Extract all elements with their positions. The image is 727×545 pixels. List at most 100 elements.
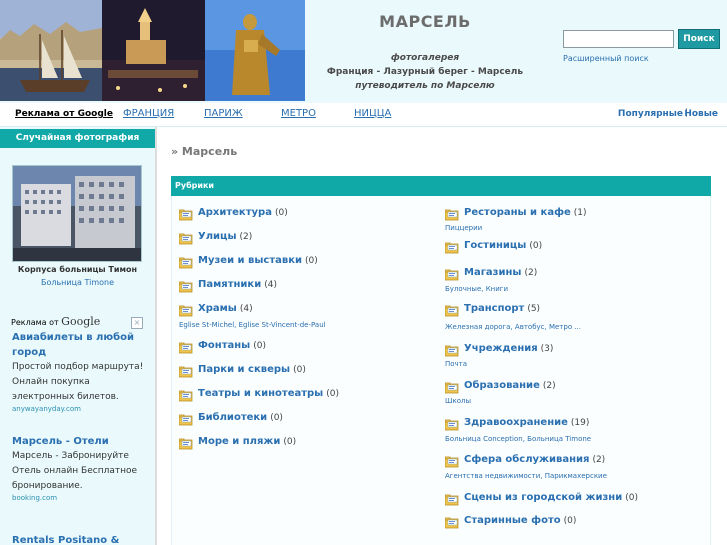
category-name[interactable]: Старинные фото — [464, 515, 561, 526]
category-name[interactable]: Фонтаны — [198, 340, 250, 351]
category-subcategories[interactable]: Пиццерии — [445, 224, 482, 232]
folder-icon — [444, 302, 459, 317]
category-item[interactable]: Магазины (2) — [444, 266, 695, 282]
category-link[interactable]: Рестораны и кафе (1) — [464, 207, 587, 218]
folder-icon — [178, 230, 193, 245]
category-link[interactable]: Сфера обслуживания (2) — [464, 454, 605, 465]
category-item[interactable]: Здравоохранение (19) — [444, 416, 695, 432]
ad-item[interactable]: Rentals Positano & — [12, 533, 147, 545]
category-name[interactable]: Сфера обслуживания — [464, 454, 589, 465]
nav-google-ads[interactable]: Реклама от Google — [15, 109, 113, 119]
category-link[interactable]: Море и пляжи (0) — [198, 436, 296, 447]
category-item[interactable]: Парки и скверы (0) — [178, 363, 429, 379]
category-count: (2) — [239, 232, 253, 242]
search-button[interactable]: Поиск — [678, 29, 720, 49]
category-item[interactable]: Старинные фото (0) — [444, 514, 695, 530]
category-name[interactable]: Магазины — [464, 267, 521, 278]
category-name[interactable]: Транспорт — [464, 303, 524, 314]
nav-new[interactable]: Новые — [684, 109, 718, 119]
category-count: (5) — [527, 304, 541, 314]
ads-by-google-label[interactable]: Реклама от Google — [11, 315, 100, 328]
category-link[interactable]: Библиотеки (0) — [198, 412, 283, 423]
close-icon[interactable]: × — [131, 317, 143, 329]
category-link[interactable]: Музеи и выставки (0) — [198, 255, 318, 266]
category-link[interactable]: Учреждения (3) — [464, 343, 553, 354]
category-subcategories[interactable]: Железная дорога, Автобус, Метро ... — [445, 323, 581, 331]
category-link[interactable]: Улицы (2) — [198, 231, 252, 242]
nav-item-metro[interactable]: МЕТРО — [281, 108, 316, 119]
category-link[interactable]: Гостиницы (0) — [464, 240, 542, 251]
ad-title[interactable]: Авиабилеты в любой город — [12, 330, 147, 360]
category-link[interactable]: Здравоохранение (19) — [464, 417, 589, 428]
category-name[interactable]: Учреждения — [464, 343, 538, 354]
nav-popular[interactable]: Популярные — [618, 109, 683, 119]
ad-title[interactable]: Rentals Positano & — [12, 533, 147, 545]
search-input[interactable] — [563, 30, 674, 48]
category-item[interactable]: Памятники (4) — [178, 278, 429, 294]
category-name[interactable]: Сцены из городской жизни — [464, 492, 622, 503]
random-photo-sublink[interactable]: Больница Timone — [0, 278, 155, 287]
category-item[interactable]: Архитектура (0) — [178, 206, 429, 222]
category-name[interactable]: Театры и кинотеатры — [198, 388, 323, 399]
category-link[interactable]: Старинные фото (0) — [464, 515, 576, 526]
category-link[interactable]: Транспорт (5) — [464, 303, 540, 314]
category-link[interactable]: Сцены из городской жизни (0) — [464, 492, 638, 503]
category-name[interactable]: Памятники — [198, 279, 261, 290]
category-item[interactable]: Улицы (2) — [178, 230, 429, 246]
folder-icon — [444, 491, 459, 506]
category-item[interactable]: Гостиницы (0) — [444, 239, 695, 255]
folder-icon — [444, 416, 459, 431]
category-item[interactable]: Рестораны и кафе (1) — [444, 206, 695, 222]
category-subcategories[interactable]: Агентства недвижимости, Парикмахерские — [445, 472, 607, 480]
category-name[interactable]: Образование — [464, 380, 540, 391]
ad-url[interactable]: anywayanyday.com — [12, 405, 147, 414]
category-count: (2) — [542, 381, 556, 391]
category-link[interactable]: Храмы (4) — [198, 303, 253, 314]
category-name[interactable]: Гостиницы — [464, 240, 526, 251]
category-item[interactable]: Сфера обслуживания (2) — [444, 453, 695, 469]
category-item[interactable]: Образование (2) — [444, 379, 695, 395]
category-item[interactable]: Музеи и выставки (0) — [178, 254, 429, 270]
category-name[interactable]: Архитектура — [198, 207, 272, 218]
category-name[interactable]: Улицы — [198, 231, 237, 242]
category-name[interactable]: Море и пляжи — [198, 436, 280, 447]
category-link[interactable]: Архитектура (0) — [198, 207, 288, 218]
category-name[interactable]: Храмы — [198, 303, 237, 314]
category-link[interactable]: Образование (2) — [464, 380, 556, 391]
category-subcategories[interactable]: Eglise St-Michel, Eglise St-Vincent-de-P… — [179, 321, 326, 329]
category-subcategories[interactable]: Булочные, Книги — [445, 285, 508, 293]
category-link[interactable]: Фонтаны (0) — [198, 340, 266, 351]
ad-title[interactable]: Марсель - Отели — [12, 434, 147, 449]
category-count: (4) — [239, 304, 253, 314]
category-link[interactable]: Памятники (4) — [198, 279, 277, 290]
nav-item-nice[interactable]: НИЦЦА — [354, 108, 391, 119]
category-subcategories[interactable]: Почта — [445, 360, 467, 368]
ad-item[interactable]: Марсель - Отели Марсель - Забронируйте О… — [12, 434, 147, 503]
category-item[interactable]: Театры и кинотеатры (0) — [178, 387, 429, 403]
category-item[interactable]: Фонтаны (0) — [178, 339, 429, 355]
folder-icon — [178, 302, 193, 317]
category-name[interactable]: Библиотеки — [198, 412, 267, 423]
category-name[interactable]: Здравоохранение — [464, 417, 568, 428]
ad-item[interactable]: Авиабилеты в любой город Простой подбор … — [12, 330, 147, 414]
category-item[interactable]: Учреждения (3) — [444, 342, 695, 358]
category-subcategories[interactable]: Школы — [445, 397, 471, 405]
category-link[interactable]: Магазины (2) — [464, 267, 537, 278]
category-item[interactable]: Храмы (4) — [178, 302, 429, 318]
advanced-search-link[interactable]: Расширенный поиск — [563, 54, 649, 63]
random-photo[interactable] — [12, 165, 142, 262]
category-subcategories[interactable]: Больница Conception, Больница Timone — [445, 435, 591, 443]
random-photo-caption: Корпуса больницы Тимон — [17, 265, 138, 274]
category-link[interactable]: Парки и скверы (0) — [198, 364, 306, 375]
category-item[interactable]: Транспорт (5) — [444, 302, 695, 318]
category-name[interactable]: Парки и скверы — [198, 364, 290, 375]
category-item[interactable]: Библиотеки (0) — [178, 411, 429, 427]
category-item[interactable]: Сцены из городской жизни (0) — [444, 491, 695, 507]
category-item[interactable]: Море и пляжи (0) — [178, 435, 429, 451]
ad-url[interactable]: booking.com — [12, 494, 147, 503]
nav-item-france[interactable]: ФРАНЦИЯ — [123, 108, 174, 119]
category-name[interactable]: Музеи и выставки — [198, 255, 302, 266]
nav-item-paris[interactable]: ПАРИЖ — [204, 108, 243, 119]
category-name[interactable]: Рестораны и кафе — [464, 207, 571, 218]
category-link[interactable]: Театры и кинотеатры (0) — [198, 388, 339, 399]
